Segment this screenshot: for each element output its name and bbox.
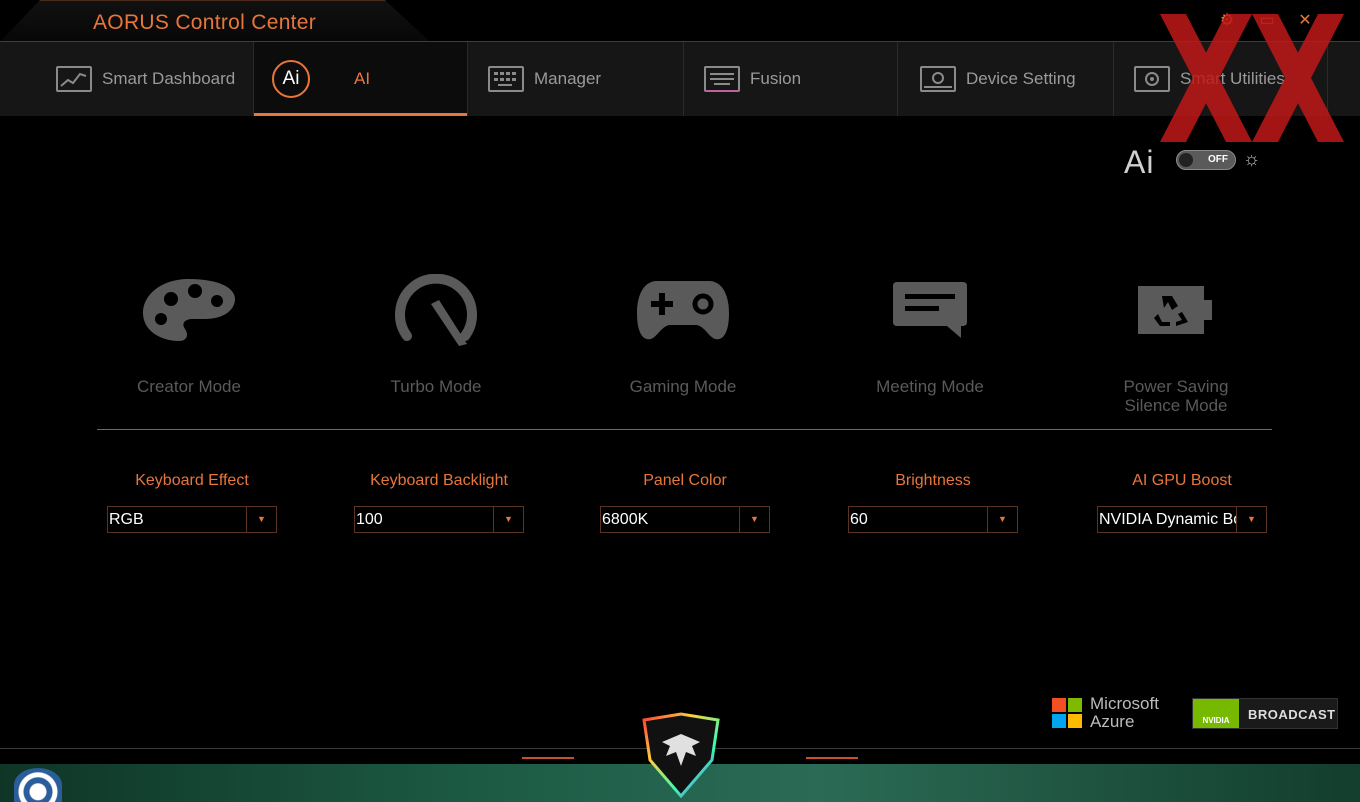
mode-creator[interactable]: Creator Mode	[94, 270, 284, 396]
mode-meeting[interactable]: Meeting Mode	[835, 270, 1025, 396]
app-window: AORUS Control Center ⚙ ▭ ✕ Smart Dashboa…	[0, 0, 1360, 798]
keyboard-effect-dropdown[interactable]: RGB ▼	[107, 506, 277, 533]
mode-power-saving[interactable]: Power Saving Silence Mode	[1081, 270, 1271, 415]
setting-ai-gpu-boost: AI GPU Boost NVIDIA Dynamic Boost ▼	[1097, 472, 1267, 533]
gamepad-icon	[588, 270, 778, 350]
mode-turbo[interactable]: Turbo Mode	[341, 270, 531, 396]
keyboard-backlight-dropdown[interactable]: 100 ▼	[354, 506, 524, 533]
hardwareluxx-watermark-icon	[1160, 14, 1344, 142]
tab-ai[interactable]: Ai AI	[254, 42, 468, 116]
chevron-down-icon[interactable]: ▼	[1236, 507, 1266, 532]
palette-icon	[94, 270, 284, 350]
chevron-down-icon[interactable]: ▼	[987, 507, 1017, 532]
tab-manager[interactable]: Manager	[468, 42, 684, 116]
toggle-state-label: OFF	[1208, 154, 1228, 165]
ai-logo: Ai	[1124, 144, 1155, 180]
battery-recycle-icon	[1081, 270, 1271, 350]
keyboard-rgb-icon	[704, 66, 740, 92]
mode-gaming[interactable]: Gaming Mode	[588, 270, 778, 396]
laptop-icon	[920, 66, 956, 92]
speedometer-icon	[341, 270, 531, 350]
nvidia-broadcast-badge: NVIDIA BROADCAST	[1192, 698, 1338, 729]
tab-fusion[interactable]: Fusion	[684, 42, 898, 116]
ai-icon: Ai	[272, 60, 310, 98]
ai-gpu-boost-dropdown[interactable]: NVIDIA Dynamic Boost ▼	[1097, 506, 1267, 533]
setting-panel-color: Panel Color 6800K ▼	[600, 472, 770, 533]
nvidia-eye-icon: NVIDIA	[1193, 699, 1239, 728]
tab-device-setting[interactable]: Device Setting	[898, 42, 1114, 116]
title-bar[interactable]: AORUS Control Center ⚙ ▭ ✕	[0, 0, 1360, 42]
main-tab-bar: Smart Dashboard Ai AI Manager Fusion Dev…	[0, 42, 1360, 116]
dashboard-icon	[56, 66, 92, 92]
ai-settings-gear-icon[interactable]: ☼	[1243, 149, 1260, 171]
chevron-down-icon[interactable]: ▼	[493, 507, 523, 532]
brightness-dropdown[interactable]: 60 ▼	[848, 506, 1018, 533]
section-divider	[97, 429, 1272, 430]
microsoft-logo-icon	[1052, 698, 1082, 728]
uplay-desktop-icon[interactable]	[14, 768, 62, 802]
window-title: AORUS Control Center	[93, 11, 317, 34]
microsoft-azure-label: Microsoft Azure	[1090, 694, 1159, 731]
setting-keyboard-effect: Keyboard Effect RGB ▼	[107, 472, 277, 533]
setting-brightness: Brightness 60 ▼	[848, 472, 1018, 533]
ai-toggle-switch[interactable]: OFF	[1176, 150, 1236, 170]
chevron-down-icon[interactable]: ▼	[246, 507, 276, 532]
chevron-down-icon[interactable]: ▼	[739, 507, 769, 532]
manager-icon	[488, 66, 524, 92]
aorus-eagle-logo-icon	[642, 712, 720, 798]
tab-smart-dashboard[interactable]: Smart Dashboard	[38, 42, 254, 116]
panel-color-dropdown[interactable]: 6800K ▼	[600, 506, 770, 533]
setting-keyboard-backlight: Keyboard Backlight 100 ▼	[354, 472, 524, 533]
chat-icon	[835, 270, 1025, 350]
